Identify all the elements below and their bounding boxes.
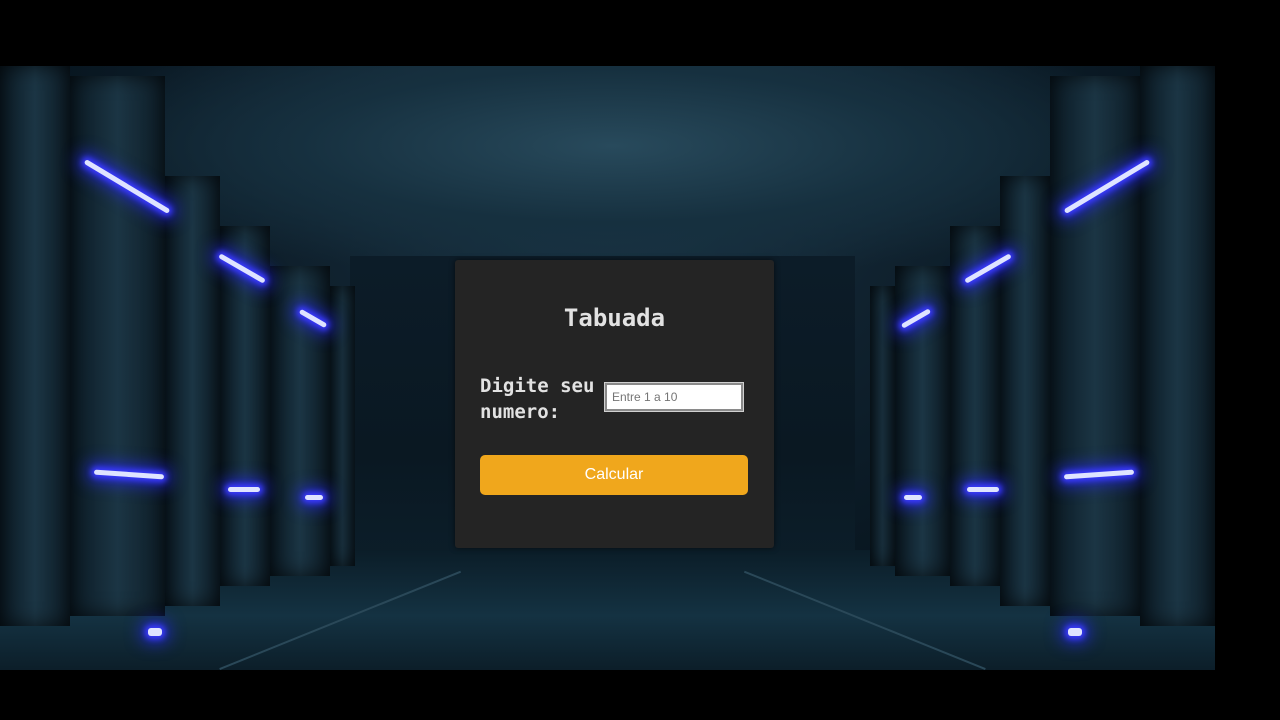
pillar-left-2	[70, 76, 165, 616]
calculate-button[interactable]: Calcular	[480, 455, 748, 495]
page-title: Tabuada	[563, 304, 666, 332]
neon-light-left-5	[228, 487, 260, 492]
neon-light-left-7	[148, 628, 162, 636]
pillar-right-4	[950, 226, 1000, 586]
pillar-left-1	[0, 66, 70, 626]
pillar-right-3	[1000, 176, 1050, 606]
neon-light-left-6	[305, 495, 323, 500]
neon-light-right-5	[967, 487, 999, 492]
number-label: Digite seu numero:	[480, 375, 595, 423]
pillar-left-6	[330, 286, 355, 566]
background-corridor-image: Tabuada Digite seu numero: Calcular	[0, 66, 1215, 670]
number-input[interactable]	[604, 382, 744, 412]
neon-light-right-7	[1068, 628, 1082, 636]
pillar-right-6	[870, 286, 895, 566]
neon-light-right-6	[904, 495, 922, 500]
pillar-right-1	[1140, 66, 1215, 626]
pillar-right-2	[1050, 76, 1140, 616]
tabuada-card: Tabuada Digite seu numero: Calcular	[455, 260, 774, 548]
pillar-left-3	[165, 176, 220, 606]
